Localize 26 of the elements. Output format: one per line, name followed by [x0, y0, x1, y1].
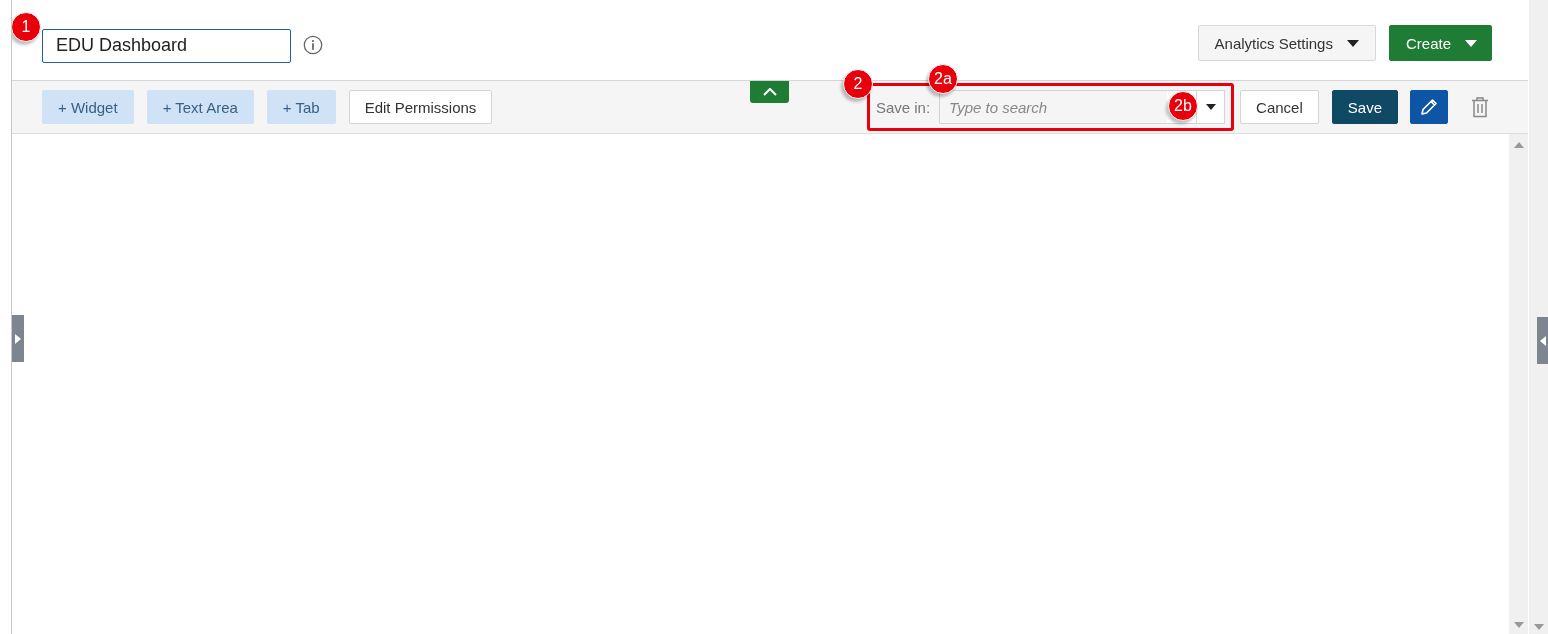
pencil-icon — [1419, 97, 1439, 117]
callout-badge: 2 — [842, 69, 873, 99]
chevron-up-icon — [762, 88, 777, 96]
save-button[interactable]: Save — [1331, 90, 1398, 124]
add-button[interactable]: + Widget — [42, 90, 134, 124]
scroll-down-icon[interactable] — [1513, 622, 1524, 628]
create-dropdown-button[interactable]: Create — [1388, 25, 1492, 61]
save-in-label: Save in: — [875, 98, 931, 116]
callout-badge: 1 — [12, 11, 41, 42]
info-icon[interactable] — [303, 35, 323, 55]
edit-button[interactable] — [1410, 90, 1448, 124]
delete-icon[interactable] — [1470, 96, 1490, 118]
permissions-button[interactable]: Edit Permissions — [348, 90, 493, 124]
add-button[interactable]: + Tab — [266, 90, 336, 124]
caret-icon — [1465, 39, 1477, 47]
collapse-toggle[interactable] — [750, 81, 789, 103]
scroll-down-icon[interactable] — [1533, 624, 1544, 630]
callout-badge: 2a — [927, 64, 958, 94]
cancel-button[interactable]: Cancel — [1240, 90, 1319, 124]
caret-icon — [1346, 39, 1359, 47]
title-field[interactable]: EDU Dashboard — [42, 28, 291, 63]
scroll-up-icon[interactable] — [1513, 142, 1524, 148]
add-button[interactable]: + Text Area — [146, 90, 254, 124]
expand-panel-handle[interactable] — [12, 315, 24, 362]
collapse-panel-handle[interactable] — [1537, 317, 1548, 364]
settings-dropdown-button[interactable]: Analytics Settings — [1197, 25, 1376, 61]
